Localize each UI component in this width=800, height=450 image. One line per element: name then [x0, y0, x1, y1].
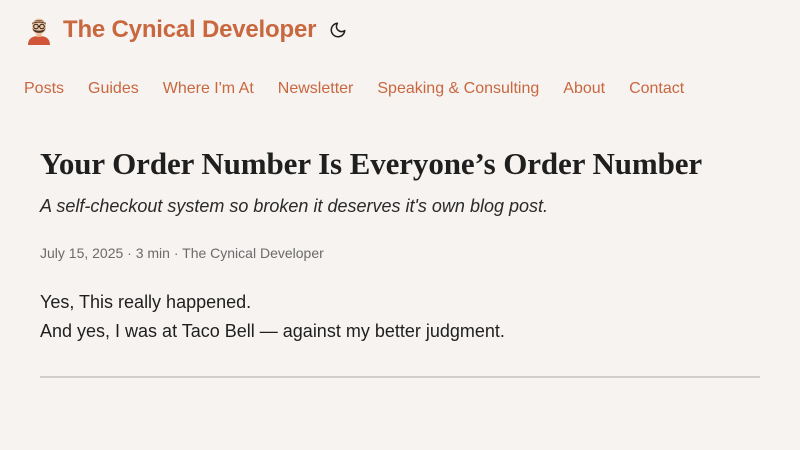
nav-contact[interactable]: Contact [629, 80, 684, 98]
nav-posts[interactable]: Posts [24, 80, 64, 98]
main-nav: Posts Guides Where I'm At Newsletter Spe… [24, 80, 708, 98]
post-paragraph-2: And yes, I was at Taco Bell — against my… [40, 321, 505, 341]
nav-speaking-consulting[interactable]: Speaking & Consulting [377, 80, 539, 98]
site-title-link[interactable]: The Cynical Developer [63, 16, 316, 44]
developer-avatar-icon[interactable] [24, 15, 54, 45]
post-meta: July 15, 2025 · 3 min · The Cynical Deve… [40, 245, 324, 261]
nav-newsletter[interactable]: Newsletter [278, 80, 354, 98]
content-divider [40, 376, 760, 378]
post-subtitle: A self-checkout system so broken it dese… [40, 196, 548, 216]
moon-icon [330, 22, 346, 38]
post-article: Your Order Number Is Everyone’s Order Nu… [40, 144, 760, 346]
nav-where-im-at[interactable]: Where I'm At [163, 80, 254, 98]
nav-guides[interactable]: Guides [88, 80, 139, 98]
post-title: Your Order Number Is Everyone’s Order Nu… [40, 146, 703, 181]
theme-toggle-button[interactable] [328, 20, 348, 40]
post-body: Yes, This really happened. And yes, I wa… [40, 288, 760, 346]
post-paragraph-1: Yes, This really happened. [40, 292, 252, 312]
nav-about[interactable]: About [563, 80, 605, 98]
site-header: The Cynical Developer [24, 14, 348, 46]
